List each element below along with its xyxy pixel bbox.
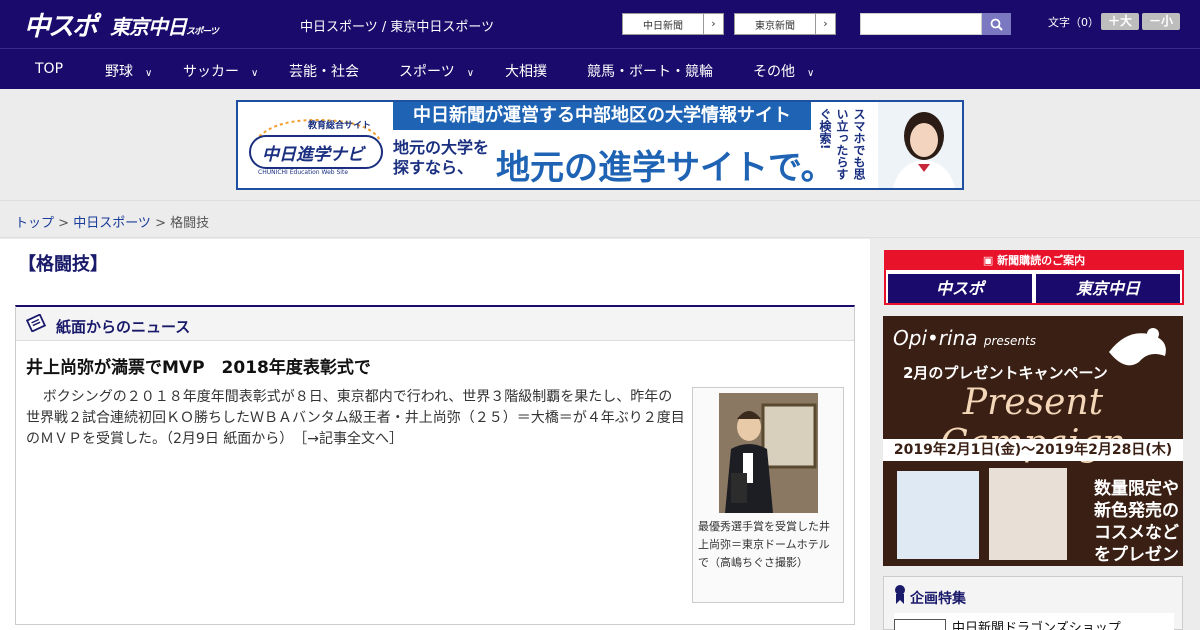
news-section-header: 紙面からのニュース: [16, 307, 854, 341]
nav-label: スポーツ: [399, 64, 455, 80]
top-header: 中スポ 東京中日スポーツ 中日スポーツ / 東京中日スポーツ 中日新聞 › 東京…: [0, 0, 1200, 48]
chunichi-shimbun-link[interactable]: 中日新聞 ›: [622, 13, 724, 35]
font-smaller-button[interactable]: －小: [1142, 13, 1180, 30]
ad-slogan: 数量限定や新色発売のコスメなどをプレゼント!: [1094, 479, 1179, 565]
nav-label: 芸能・社会: [289, 64, 359, 80]
news-section-title: 紙面からのニュース: [56, 318, 191, 336]
feature-section-title: 企画特集: [910, 591, 966, 607]
ad-band-text: 中日新聞が運営する中部地区の大学情報サイト: [393, 102, 811, 130]
search-button[interactable]: [982, 13, 1011, 35]
feature-thumbnail: [894, 619, 946, 630]
ad-brand-suffix: presents: [983, 334, 1037, 348]
site-title: 中日スポーツ / 東京中日スポーツ: [300, 20, 495, 35]
tokyo-chunichi-logo[interactable]: 東京中日スポーツ: [110, 11, 219, 40]
news-section: 紙面からのニュース 井上尚弥が満票でMVP 2018年度表彰式で ボクシングの２…: [15, 305, 855, 625]
shingaku-navi-ad-banner[interactable]: 教育総合サイト 中日進学ナビ CHUNICHI Education Web Si…: [236, 100, 964, 190]
cupid-icon: [1109, 328, 1166, 366]
breadcrumb-top[interactable]: トップ: [15, 216, 54, 231]
logo-main-text: 中日進学ナビ: [262, 145, 364, 165]
nav-item-racing[interactable]: 競馬・ボート・競輪: [587, 61, 713, 81]
subscribe-tokyo-chunichi-button[interactable]: 東京中日: [1036, 274, 1180, 303]
newspaper-icon: [26, 314, 46, 332]
feature-section: 企画特集 中日新聞ドラゴンズショップ: [883, 576, 1183, 630]
article-photo[interactable]: [719, 393, 818, 513]
search-icon: [990, 18, 1003, 31]
nav-label: 野球: [105, 64, 133, 80]
font-size-label: 文字（0）: [1048, 16, 1099, 29]
chuspo-logo[interactable]: 中スポ: [24, 6, 98, 43]
chevron-down-icon: ∨: [466, 68, 475, 79]
tokyo-logo-text: 東京中日: [110, 15, 187, 39]
nav-item-other[interactable]: その他 ∨: [753, 61, 814, 81]
ad-brand-name: Opi•rina: [893, 326, 978, 350]
page-title: 【格闘技】: [18, 254, 108, 275]
feature-item[interactable]: 中日新聞ドラゴンズショップ: [894, 613, 1174, 630]
shingaku-navi-logo: 教育総合サイト 中日進学ナビ CHUNICHI Education Web Si…: [246, 112, 386, 180]
nav-label: 競馬・ボート・競輪: [587, 64, 713, 80]
nav-label: その他: [753, 64, 795, 80]
chevron-right-icon: ›: [815, 14, 835, 34]
breadcrumb-separator: >: [150, 216, 171, 231]
nav-item-sumo[interactable]: 大相撲: [505, 61, 547, 81]
nav-item-baseball[interactable]: 野球 ∨: [105, 61, 152, 81]
article-photo-box: 最優秀選手賞を受賞した井上尚弥＝東京ドームホテルで（高嶋ちぐさ撮影）: [692, 387, 844, 603]
ad-line-1a: 地元の大学を: [393, 138, 490, 157]
chevron-down-icon: ∨: [145, 68, 153, 79]
feature-item-label: 中日新聞ドラゴンズショップ: [952, 621, 1121, 630]
article-body: ボクシングの２０１８年度年間表彰式が８日、東京都内で行われ、世界３階級制覇を果た…: [26, 389, 685, 447]
nav-item-top[interactable]: TOP: [35, 61, 63, 77]
ad-vertical-text: スマホでも思い立ったらすぐ検索!: [818, 108, 866, 180]
breadcrumb-chunichi-sports[interactable]: 中日スポーツ: [73, 216, 151, 231]
link-label: 東京新聞: [755, 21, 795, 32]
breadcrumb-current: 格闘技: [170, 216, 210, 231]
newspaper-icon: ▣: [982, 254, 998, 267]
chevron-down-icon: ∨: [251, 68, 259, 79]
main-nav: TOP 野球 ∨ サッカー ∨ 芸能・社会 スポーツ ∨ 大相撲 競馬・ボート・競輪 …: [0, 48, 1200, 89]
tokyo-logo-sub: スポーツ: [186, 27, 219, 37]
ad-line-1b: 探すなら、: [393, 158, 474, 177]
nav-label: サッカー: [183, 64, 239, 80]
article-title-link[interactable]: 井上尚弥が満票でMVP 2018年度表彰式で: [26, 353, 371, 378]
ad-campaign-title: 2月のプレゼントキャンペーン: [903, 364, 1108, 382]
nav-label: TOP: [35, 61, 64, 77]
present-campaign-ad[interactable]: Opi•rina presents 2月のプレゼントキャンペーン Present…: [883, 316, 1183, 566]
ad-line-2: 地元の進学サイトで。: [496, 148, 835, 188]
tokyo-shimbun-link[interactable]: 東京新聞 ›: [734, 13, 836, 35]
nav-label: 大相撲: [505, 64, 547, 80]
nav-item-sports[interactable]: スポーツ ∨: [399, 61, 474, 81]
subscription-box: ▣ 新聞購読のご案内 中スポ 東京中日: [884, 250, 1184, 305]
subscription-header-text: 新聞購読のご案内: [997, 254, 1086, 267]
nav-item-soccer[interactable]: サッカー ∨: [183, 61, 258, 81]
link-label: 中日新聞: [643, 21, 683, 32]
logo-sub-text: CHUNICHI Education Web Site: [258, 169, 349, 176]
subscribe-chuspo-button[interactable]: 中スポ: [888, 274, 1032, 303]
nav-item-entertainment[interactable]: 芸能・社会: [289, 61, 359, 81]
ribbon-icon: [895, 585, 905, 604]
font-bigger-button[interactable]: ＋大: [1101, 13, 1139, 30]
breadcrumb: トップ > 中日スポーツ > 格闘技: [15, 212, 209, 231]
ad-product-image: [897, 471, 979, 559]
chevron-down-icon: ∨: [807, 68, 815, 79]
search-input[interactable]: [860, 13, 982, 35]
ad-model-image: [878, 102, 962, 188]
ad-product-image: [989, 468, 1067, 560]
ad-period: 2019年2月1日(金)～2019年2月28日(木): [883, 439, 1183, 461]
subscription-header: ▣ 新聞購読のご案内: [886, 252, 1182, 270]
photo-caption: 最優秀選手賞を受賞した井上尚弥＝東京ドームホテルで（高嶋ちぐさ撮影）: [698, 520, 830, 569]
breadcrumb-bar: トップ > 中日スポーツ > 格闘技: [0, 200, 1200, 238]
chevron-right-icon: ›: [703, 14, 723, 34]
ad-brand: Opi•rina presents: [893, 326, 1036, 350]
breadcrumb-separator: >: [54, 216, 74, 231]
ad-line-1: 地元の大学を 探すなら、: [393, 138, 489, 178]
logo-top-text: 教育総合サイト: [308, 121, 372, 131]
